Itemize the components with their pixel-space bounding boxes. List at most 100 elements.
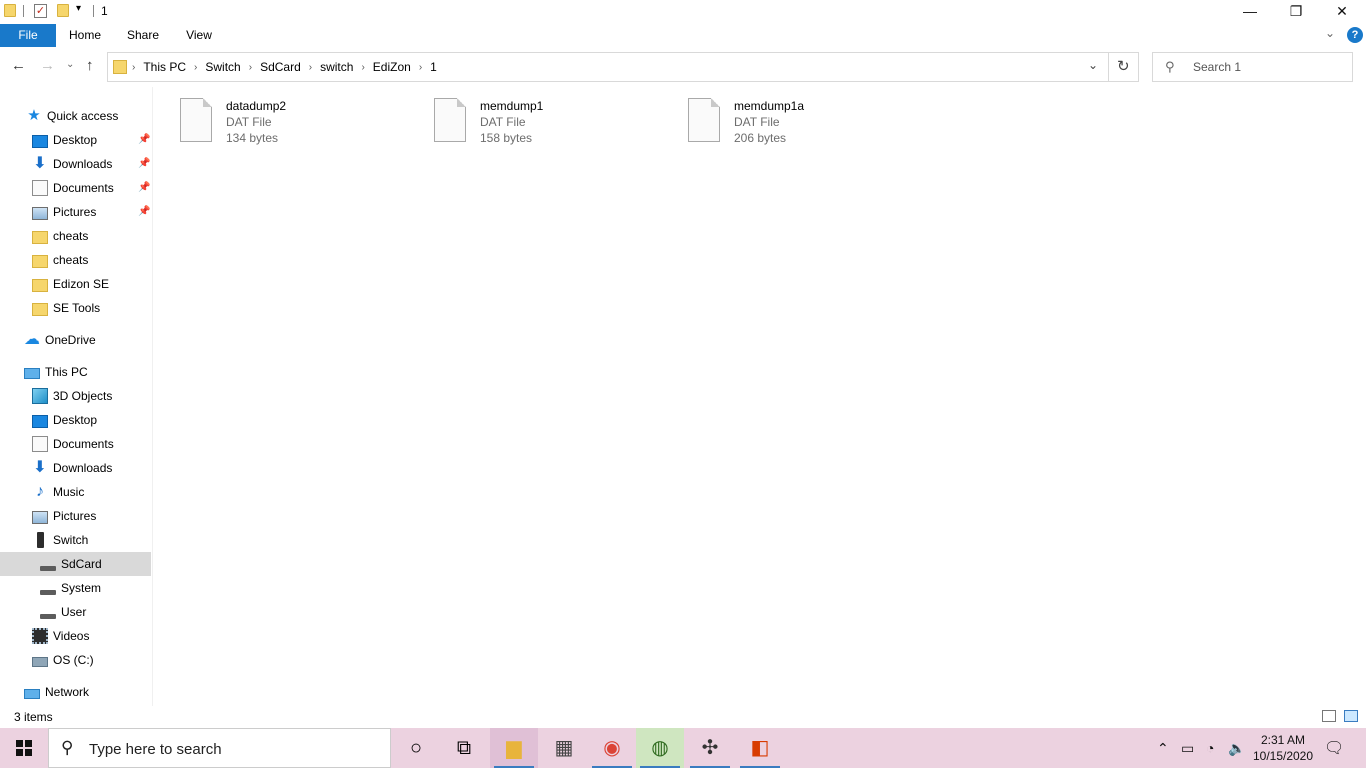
file-explorer-app[interactable]: ▆ [490, 728, 538, 768]
nav-quick-cheats-2[interactable]: cheats [0, 248, 151, 272]
up-button[interactable]: ↑ [86, 57, 94, 74]
nav-3d-objects[interactable]: 3D Objects [0, 384, 151, 408]
cortana-button[interactable]: ○ [392, 728, 440, 768]
tab-share[interactable]: Share [118, 24, 168, 47]
app-office-button[interactable]: ◧ [736, 728, 784, 768]
clock[interactable]: 2:31 AM 10/15/2020 [1247, 732, 1319, 764]
nav-os-drive[interactable]: OS (C:) [0, 648, 151, 672]
taskbar-search-input[interactable]: Type here to search [89, 741, 222, 758]
address-bar[interactable]: › This PC › Switch › SdCard › switch › E… [107, 52, 1139, 82]
battery-icon[interactable]: ▭ [1181, 728, 1194, 768]
pin-icon[interactable]: 📌 [138, 182, 150, 193]
nav-label: Network [45, 685, 90, 699]
customize-quick-access-icon[interactable]: ▾ [76, 3, 81, 14]
nav-pc-documents[interactable]: Documents [0, 432, 151, 456]
separator [93, 5, 94, 17]
file-type: DAT File [480, 115, 526, 129]
nav-sdcard[interactable]: SdCard [0, 552, 151, 576]
tab-file[interactable]: File [0, 24, 56, 47]
refresh-icon[interactable]: ↻ [1117, 57, 1130, 75]
nav-quick-cheats[interactable]: cheats [0, 224, 151, 248]
breadcrumb-1[interactable]: 1 [430, 60, 437, 74]
chevron-right-icon[interactable]: › [132, 62, 135, 73]
breadcrumb-switch[interactable]: Switch [205, 60, 240, 74]
restore-button[interactable]: ❐ [1273, 0, 1319, 24]
nav-this-pc[interactable]: This PC [0, 360, 151, 384]
chevron-right-icon[interactable]: › [194, 62, 197, 73]
properties-icon[interactable]: ✓ [34, 4, 47, 18]
nav-quick-se-tools[interactable]: SE Tools [0, 296, 151, 320]
back-button[interactable]: ← [11, 57, 26, 74]
nav-user[interactable]: User [0, 600, 151, 624]
new-folder-icon[interactable] [57, 4, 69, 17]
breadcrumb-this-pc[interactable]: This PC [143, 60, 186, 74]
show-hidden-icons[interactable]: ⌃ [1157, 728, 1169, 768]
forward-button[interactable]: → [40, 57, 55, 74]
drive-icon [40, 613, 56, 619]
nav-pc-desktop[interactable]: Desktop [0, 408, 151, 432]
help-icon[interactable]: ? [1347, 27, 1363, 43]
nav-label: Documents [53, 181, 114, 195]
nav-label: Desktop [53, 413, 98, 427]
nav-quick-pictures[interactable]: Pictures 📌 [0, 200, 151, 224]
nav-quick-desktop[interactable]: Desktop 📌 [0, 128, 151, 152]
expand-ribbon-icon[interactable]: ⌄ [1325, 26, 1335, 40]
breadcrumb-switch-folder[interactable]: switch [320, 60, 353, 74]
large-icons-view-icon[interactable] [1344, 710, 1358, 722]
search-input[interactable]: Search 1 [1193, 60, 1241, 74]
notification-icon[interactable]: 🗨 [1324, 738, 1344, 758]
nav-label: Pictures [53, 205, 97, 219]
nav-switch-device[interactable]: Switch [0, 528, 151, 552]
close-button[interactable]: ✕ [1319, 0, 1365, 24]
pin-icon[interactable]: 📌 [138, 134, 150, 145]
file-size: 206 bytes [734, 131, 787, 145]
volume-icon[interactable]: 🔈 [1228, 728, 1245, 768]
file-item[interactable]: memdump1a DAT File 206 bytes [663, 97, 913, 147]
videos-icon [32, 628, 48, 644]
nav-label: 3D Objects [53, 389, 113, 403]
recent-locations-icon[interactable]: ⌄ [66, 59, 74, 70]
clock-date: 10/15/2020 [1252, 749, 1314, 763]
file-item[interactable]: datadump2 DAT File 134 bytes [155, 97, 405, 147]
nav-pc-music[interactable]: ♪ Music [0, 480, 151, 504]
details-view-icon[interactable] [1322, 710, 1336, 722]
nav-quick-documents[interactable]: Documents 📌 [0, 176, 151, 200]
calculator-app[interactable]: ▦ [540, 728, 588, 768]
search-box[interactable]: ⚲ Search 1 [1152, 52, 1353, 82]
app-green-icon-button[interactable]: ◍ [636, 728, 684, 768]
chrome-app[interactable]: ◉ [588, 728, 636, 768]
chevron-right-icon[interactable]: › [361, 62, 364, 73]
wifi-icon[interactable]: ◔ [1206, 728, 1214, 768]
tab-home[interactable]: Home [60, 24, 110, 47]
pin-icon[interactable]: 📌 [138, 158, 150, 169]
nav-label: cheats [53, 229, 89, 243]
file-item[interactable]: memdump1 DAT File 158 bytes [409, 97, 659, 147]
nav-pc-downloads[interactable]: ⬇ Downloads [0, 456, 151, 480]
task-view-button[interactable]: ⧉ [440, 728, 488, 768]
start-button[interactable] [0, 728, 48, 768]
nav-system[interactable]: System [0, 576, 151, 600]
chevron-right-icon[interactable]: › [419, 62, 422, 73]
nav-pc-pictures[interactable]: Pictures [0, 504, 151, 528]
nav-quick-access[interactable]: ★ Quick access [0, 104, 151, 128]
folder-icon [32, 278, 48, 292]
star-icon: ★ [27, 107, 41, 124]
search-icon: ⚲ [1165, 59, 1175, 74]
chevron-down-icon[interactable]: ⌄ [1088, 58, 1098, 72]
breadcrumb-sdcard[interactable]: SdCard [260, 60, 301, 74]
file-type: DAT File [734, 115, 780, 129]
app-fan-button[interactable]: ✣ [686, 728, 734, 768]
nav-videos[interactable]: Videos [0, 624, 151, 648]
chevron-right-icon[interactable]: › [309, 62, 312, 73]
pin-icon[interactable]: 📌 [138, 206, 150, 217]
nav-quick-edizon-se[interactable]: Edizon SE [0, 272, 151, 296]
breadcrumb-edizon[interactable]: EdiZon [373, 60, 411, 74]
taskbar-search[interactable]: ⚲ Type here to search [48, 728, 391, 768]
tab-view[interactable]: View [176, 24, 222, 47]
fan-app-icon: ✣ [701, 737, 719, 759]
nav-quick-downloads[interactable]: ⬇ Downloads 📌 [0, 152, 151, 176]
minimize-button[interactable]: — [1227, 0, 1273, 24]
nav-onedrive[interactable]: ☁ OneDrive [0, 328, 151, 352]
nav-network[interactable]: Network [0, 680, 151, 704]
chevron-right-icon[interactable]: › [249, 62, 252, 73]
